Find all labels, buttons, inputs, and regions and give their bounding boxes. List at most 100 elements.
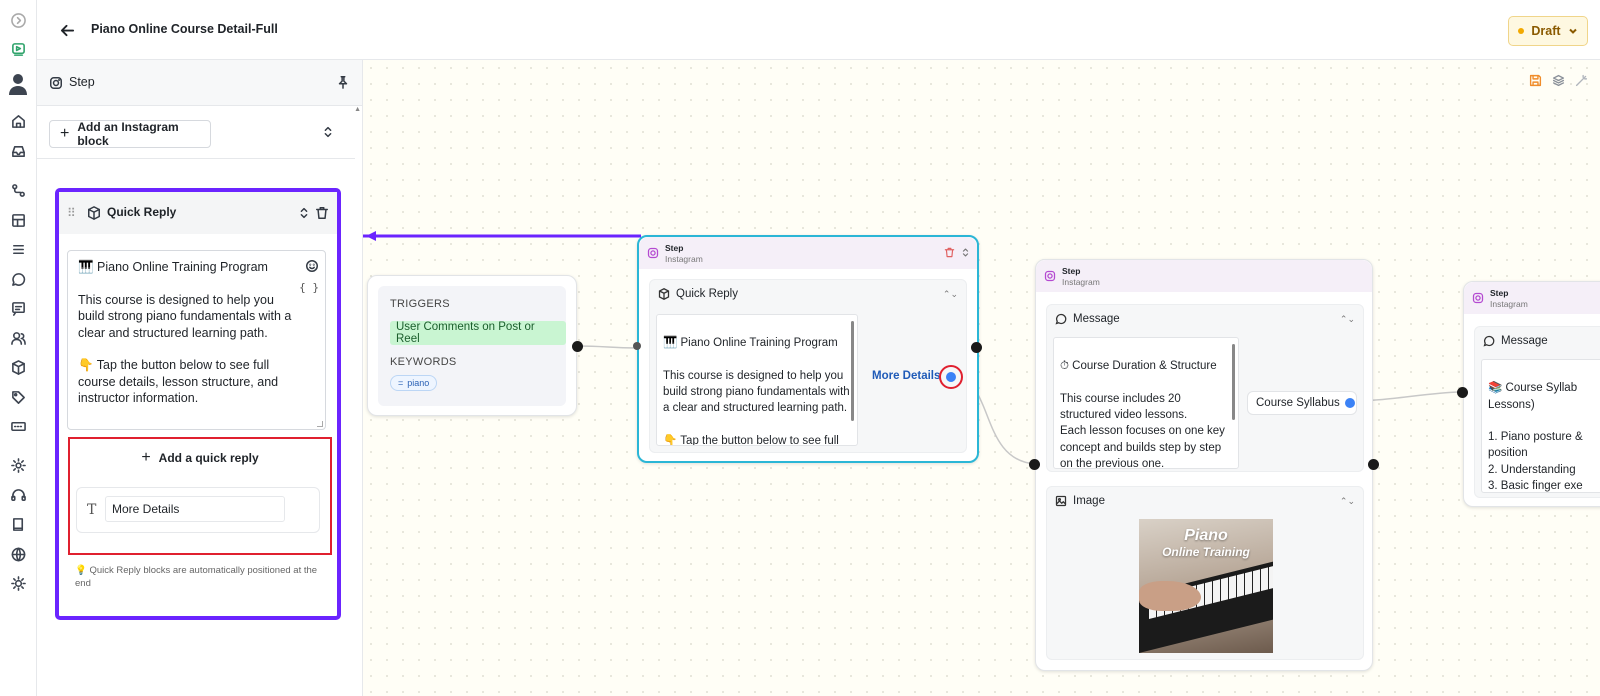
triggers-caption: TRIGGERS [390, 298, 450, 310]
message-preview[interactable]: 🎹 Piano Online Training Program This cou… [656, 314, 858, 446]
step1-output-port[interactable] [971, 342, 982, 353]
instagram-icon [49, 76, 63, 90]
instagram-icon [1044, 270, 1056, 282]
reorder-icon[interactable] [960, 247, 971, 258]
trigger-content: TRIGGERS User Comments on Post or Reel K… [378, 286, 566, 406]
quick-reply-item: T More Details [76, 487, 320, 533]
trigger-output-port[interactable] [572, 341, 583, 352]
contacts-icon[interactable] [7, 327, 29, 349]
block-title: Message [1073, 313, 1120, 325]
collapse-icon[interactable]: ⌃⌄ [1340, 314, 1355, 325]
plus-icon: + [141, 449, 151, 466]
theme-icon[interactable] [7, 572, 29, 594]
scrollbar[interactable] [851, 317, 855, 443]
flows-icon[interactable] [7, 179, 29, 201]
list-icon[interactable] [7, 238, 29, 260]
scrollbar[interactable] [1232, 340, 1236, 466]
step-node-quick-reply[interactable]: Step Instagram Quick Reply ⌃⌄ 🎹 Piano On… [637, 235, 979, 463]
step-node-course-details[interactable]: Step Instagram Message ⌃⌄ ⏱ Course Durat… [1035, 259, 1373, 671]
inbox-icon[interactable] [7, 140, 29, 162]
home-icon[interactable] [7, 110, 29, 132]
scroll-up-icon[interactable]: ▲ [354, 106, 361, 113]
forms-icon[interactable] [7, 415, 29, 437]
settings-icon[interactable] [7, 454, 29, 476]
quick-reply-block[interactable]: Quick Reply ⌃⌄ 🎹 Piano Online Training P… [649, 279, 967, 453]
comments-icon[interactable] [7, 297, 29, 319]
piano-course-image: Piano Online Training [1139, 519, 1273, 653]
variables-icon[interactable]: { } [299, 281, 319, 294]
step2-input-port[interactable] [1029, 459, 1040, 470]
trash-icon[interactable] [944, 247, 955, 258]
expand-collapse-icon[interactable] [321, 125, 335, 139]
support-icon[interactable] [7, 484, 29, 506]
button-output-port[interactable] [1345, 398, 1355, 408]
quick-reply-input[interactable]: More Details [105, 496, 285, 522]
chevron-down-icon [1568, 28, 1577, 34]
user-avatar-icon[interactable] [7, 71, 29, 97]
step-subtitle: Instagram [1490, 299, 1528, 309]
step-subtitle: Instagram [665, 254, 703, 264]
add-instagram-block-button[interactable]: + Add an Instagram block [49, 120, 211, 148]
add-block-label: Add an Instagram block [77, 120, 179, 148]
collapse-icon[interactable]: ⌃⌄ [1340, 496, 1355, 507]
block-header: Quick Reply [658, 288, 738, 300]
keyword-chip[interactable]: = piano [390, 375, 438, 391]
message-text: 📚 Course Syllab Lessons) 1. Piano postur… [1488, 382, 1583, 493]
plus-icon: + [60, 125, 70, 142]
button-output-port[interactable] [946, 372, 956, 382]
message-block[interactable]: Message ⌃⌄ ⏱ Course Duration & Structure… [1046, 304, 1364, 472]
pin-icon[interactable] [336, 75, 350, 89]
resize-handle[interactable] [317, 421, 323, 427]
chat-icon [1483, 335, 1495, 347]
add-quick-reply-label: Add a quick reply [158, 451, 259, 465]
emoji-icon[interactable] [305, 259, 319, 273]
status-dot [1518, 28, 1525, 34]
trigger-node[interactable]: TRIGGERS User Comments on Post or Reel K… [367, 275, 577, 416]
add-quick-reply-button[interactable]: + Add a quick reply [70, 449, 330, 467]
docs-icon[interactable] [7, 513, 29, 535]
flow-canvas[interactable]: TRIGGERS User Comments on Post or Reel K… [363, 60, 1600, 696]
block-header: Message [1055, 313, 1120, 325]
panel-title: Step [69, 75, 95, 89]
message-preview[interactable]: ⏱ Course Duration & Structure This cours… [1053, 337, 1239, 469]
message-preview[interactable]: 📚 Course Syllab Lessons) 1. Piano postur… [1481, 359, 1600, 493]
tags-icon[interactable] [7, 386, 29, 408]
quick-replies-section: + Add a quick reply T More Details [68, 437, 332, 555]
templates-icon[interactable] [7, 209, 29, 231]
expand-sidebar-icon[interactable] [7, 9, 29, 31]
products-icon[interactable] [7, 356, 29, 378]
keywords-caption: KEYWORDS [390, 356, 457, 368]
collapse-icon[interactable]: ⌃⌄ [943, 289, 958, 300]
status-dropdown[interactable]: Draft [1508, 16, 1588, 46]
language-icon[interactable] [7, 543, 29, 565]
course-syllabus-button[interactable]: Course Syllabus [1247, 391, 1357, 415]
message-textarea[interactable]: 🎹 Piano Online Training Program This cou… [67, 250, 326, 430]
trash-icon[interactable] [315, 206, 329, 220]
step-title: Step [1062, 266, 1081, 276]
chat-icon[interactable] [7, 268, 29, 290]
step-input-arrow [633, 342, 641, 350]
trigger-chip[interactable]: User Comments on Post or Reel [390, 321, 566, 345]
page-title: Piano Online Course Detail-Full [91, 22, 278, 36]
image-block[interactable]: Image ⌃⌄ Piano Online Training [1046, 486, 1364, 660]
image-subtitle-text: Online Training [1162, 545, 1250, 559]
more-details-button[interactable]: More Details [872, 370, 940, 382]
step3-input-port[interactable] [1457, 387, 1468, 398]
quick-reply-block: ⠿ Quick Reply 🎹 Piano Online Training Pr… [55, 188, 341, 620]
message-block[interactable]: Message 📚 Course Syllab Lessons) 1. Pian… [1474, 326, 1600, 498]
back-arrow-icon[interactable] [57, 20, 77, 40]
cube-icon [658, 288, 670, 300]
chat-icon [1055, 313, 1067, 325]
step-node-syllabus[interactable]: Step Instagram Message 📚 Course Syllab L… [1463, 281, 1600, 507]
instagram-icon [647, 247, 659, 259]
button-label: Course Syllabus [1256, 397, 1340, 409]
left-rail [0, 0, 37, 696]
quick-reply-hint: 💡 Quick Reply blocks are automatically p… [75, 565, 318, 589]
drag-handle-icon[interactable]: ⠿ [67, 206, 76, 220]
step2-output-port[interactable] [1368, 459, 1379, 470]
message-text: 🎹 Piano Online Training Program This cou… [663, 337, 850, 446]
equals-icon: = [398, 378, 404, 388]
flow-logo-icon[interactable] [7, 38, 29, 60]
status-label: Draft [1531, 24, 1561, 38]
reorder-icon[interactable] [297, 206, 311, 220]
